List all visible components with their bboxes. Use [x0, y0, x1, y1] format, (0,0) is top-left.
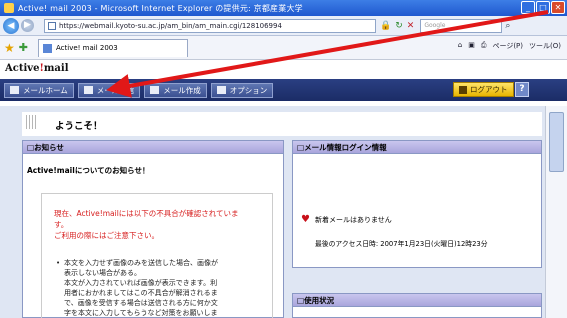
add-favorite-icon[interactable]: ✚ — [19, 41, 28, 54]
address-url: https://webmail.kyoto-su.ac.jp/am_bin/am… — [59, 21, 282, 30]
window-controls: _ □ ✕ — [521, 1, 565, 14]
new-mail-status: ♥ 新着メールはありません — [301, 214, 392, 225]
scrollbar-thumb[interactable] — [549, 112, 564, 172]
options-icon — [216, 86, 226, 94]
page-icon — [48, 21, 56, 30]
home-icon — [10, 86, 19, 94]
ie-icon — [4, 3, 14, 13]
tab-label: Active! mail 2003 — [55, 44, 118, 52]
notice-text: 現在、Active!mailには以下の不具合が確認されていま す。 ご利用の際に… — [54, 209, 239, 240]
news-panel: □お知らせ Active!mailについてのお知らせ！ 現在、Active!ma… — [22, 140, 284, 318]
page-menu[interactable]: ページ(P) — [492, 41, 523, 51]
back-button[interactable]: ◀ — [3, 17, 19, 34]
page-content: ようこそ！ □お知らせ Active!mailについてのお知らせ！ 現在、Act… — [0, 106, 567, 318]
refresh-icon[interactable]: ↻ — [395, 21, 403, 31]
nav-mail-receive[interactable]: メール受信 — [77, 82, 141, 98]
tab-bar: ★ ✚ Active! mail 2003 ⌂ ▣ ⎙ ページ(P) ツール(O… — [0, 36, 567, 60]
maximize-button[interactable]: □ — [536, 1, 550, 14]
nav-label: オプション — [229, 85, 268, 95]
webmail-header: Active!mail メールホーム メール受信 メール作成 オプション ログア… — [0, 60, 567, 106]
news-subtitle: Active!mailについてのお知らせ！ — [27, 166, 150, 175]
usage-panel: □使用状況 — [292, 293, 542, 318]
tab-page-icon — [42, 43, 52, 53]
nav-options[interactable]: オプション — [210, 82, 274, 98]
stop-icon[interactable]: ✕ — [407, 21, 415, 31]
news-panel-title: □お知らせ — [23, 141, 283, 154]
forward-button[interactable]: ▶ — [21, 19, 34, 32]
bullet-item: • 本文を入力せず画像のみを送信した場合、画像が 表示しない場合がある。 本文が… — [56, 259, 218, 317]
address-toolbar: ◀ ▶ https://webmail.kyoto-su.ac.jp/am_bi… — [0, 16, 567, 36]
help-button[interactable]: ? — [515, 82, 529, 97]
active-mail-logo: Active!mail — [5, 63, 69, 74]
login-panel-title: □メール情報ログイン情報 — [293, 141, 541, 154]
bullet-icon: • — [56, 259, 61, 267]
search-icon[interactable]: ⌕ — [505, 21, 510, 31]
address-actions: 🔒 ↻ ✕ — [380, 21, 414, 31]
feeds-icon[interactable]: ▣ — [468, 41, 475, 51]
favorites-star-icon[interactable]: ★ — [4, 41, 15, 55]
nav-label: メール作成 — [163, 85, 201, 95]
heart-icon: ♥ — [301, 214, 310, 225]
welcome-bar: ようこそ！ — [22, 112, 542, 136]
compose-icon — [150, 86, 160, 94]
nav-label: メール受信 — [96, 85, 135, 95]
logout-icon — [459, 85, 467, 94]
window-title: Active! mail 2003 - Microsoft Internet E… — [18, 3, 303, 13]
login-info-panel: □メール情報ログイン情報 ♥ 新着メールはありません 最後のアクセス日時: 20… — [292, 140, 542, 268]
mail-nav-bar: メールホーム メール受信 メール作成 オプション ログアウト ? — [0, 79, 567, 101]
envelope-icon — [83, 86, 93, 94]
command-bar: ⌂ ▣ ⎙ ページ(P) ツール(O) — [458, 41, 561, 51]
minimize-button[interactable]: _ — [521, 1, 535, 14]
logout-button[interactable]: ログアウト — [453, 82, 514, 97]
close-button[interactable]: ✕ — [551, 1, 565, 14]
nav-mail-home[interactable]: メールホーム — [4, 82, 74, 98]
last-access-text: 最後のアクセス日時: 2007年1月23日(火曜日)12時23分 — [315, 240, 488, 248]
usage-panel-title: □使用状況 — [293, 294, 541, 307]
address-field[interactable]: https://webmail.kyoto-su.ac.jp/am_bin/am… — [44, 18, 376, 33]
tab-active-mail[interactable]: Active! mail 2003 — [37, 38, 188, 57]
nav-label: メールホーム — [23, 85, 68, 95]
welcome-decoration — [26, 115, 38, 129]
vertical-scrollbar[interactable] — [545, 106, 567, 318]
window-titlebar: Active! mail 2003 - Microsoft Internet E… — [0, 0, 567, 16]
home-icon[interactable]: ⌂ — [458, 41, 462, 51]
news-body: 現在、Active!mailには以下の不具合が確認されていま す。 ご利用の際に… — [41, 193, 273, 318]
tools-menu[interactable]: ツール(O) — [529, 41, 561, 51]
welcome-heading: ようこそ！ — [55, 121, 103, 132]
print-icon[interactable]: ⎙ — [481, 41, 487, 51]
lock-icon[interactable]: 🔒 — [380, 21, 391, 31]
search-input[interactable]: Google — [420, 18, 503, 33]
nav-mail-compose[interactable]: メール作成 — [144, 82, 207, 98]
